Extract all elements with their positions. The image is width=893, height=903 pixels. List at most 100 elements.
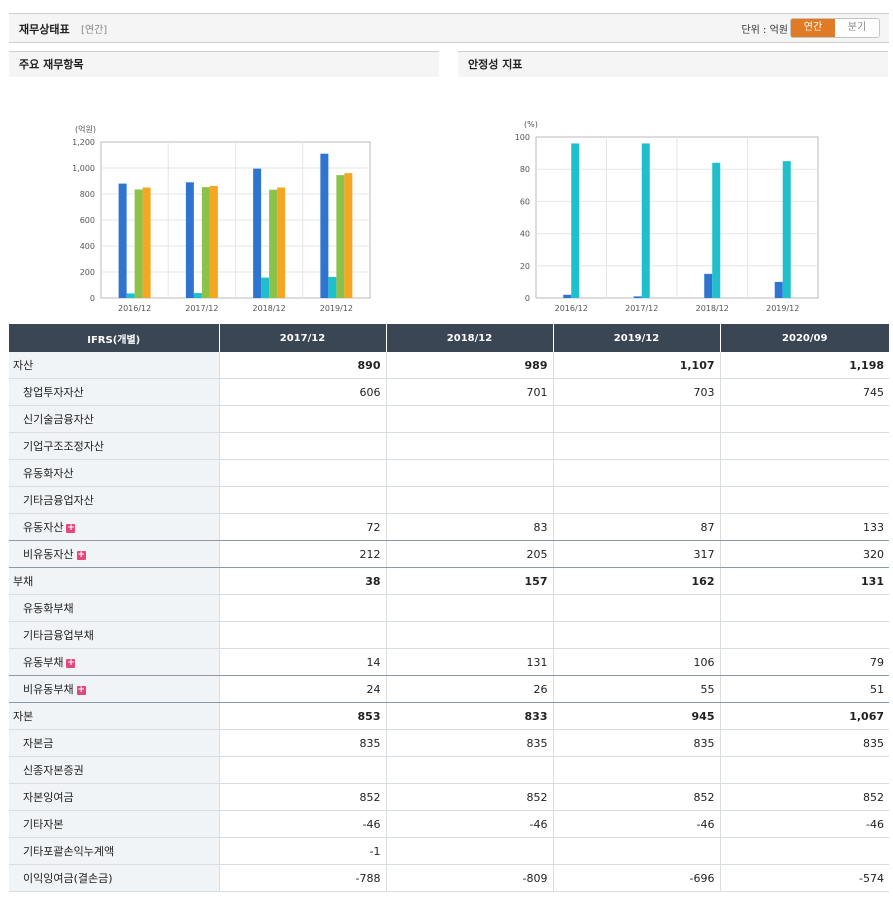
row-label-text: 자본금: [23, 737, 54, 750]
value-cell: [385, 756, 553, 784]
value-cell: 1,198: [719, 352, 889, 379]
value-cell: 852: [719, 783, 889, 811]
bar-차입금비율-2016/12: [563, 294, 572, 298]
row-label-text: 유동부채: [23, 656, 64, 669]
key-items-title: 주요 재무항목: [9, 51, 439, 77]
value-cell: 1,067: [719, 702, 889, 730]
row-label-text: 신종자본증권: [23, 764, 84, 777]
bar-부채총계-2017/12: [193, 293, 202, 298]
value-cell: 835: [719, 729, 889, 757]
expand-plus-icon[interactable]: +: [66, 658, 76, 668]
row-label: 기업구조조정자산: [9, 432, 219, 460]
row-label: 자산: [9, 352, 219, 379]
value-cell: 835: [385, 729, 553, 757]
bar-자본총계-2019/12: [336, 175, 345, 298]
bar-부채총계-2018/12: [261, 277, 270, 298]
row-label-text: 자산: [13, 359, 34, 372]
x-tick-label: 2018/12: [696, 304, 729, 313]
value-cell: [218, 756, 386, 784]
value-cell: -809: [385, 864, 553, 892]
row-label-text: 기타금융업자산: [23, 494, 94, 507]
value-cell: [218, 594, 386, 622]
value-cell: 38: [218, 567, 386, 595]
value-cell: [385, 837, 553, 865]
row-label: 기타자본: [9, 810, 219, 838]
value-cell: -46: [552, 810, 720, 838]
value-cell: [385, 405, 553, 433]
value-cell: 133: [719, 513, 889, 541]
value-cell: 83: [385, 513, 553, 541]
value-cell: [552, 432, 720, 460]
value-cell: [385, 621, 553, 649]
row-label-text: 기타금융업부채: [23, 629, 94, 642]
row-label-text: 기업구조조정자산: [23, 440, 104, 453]
value-cell: -46: [719, 810, 889, 838]
x-tick-label: 2016/12: [118, 304, 151, 313]
row-label: 기타금융업자산: [9, 486, 219, 514]
value-cell: [218, 459, 386, 487]
value-cell: 835: [552, 729, 720, 757]
value-cell: [719, 405, 889, 433]
bar-순자산-2018/12: [277, 187, 286, 298]
y-tick-label: 0: [525, 294, 530, 303]
header-ifrs: IFRS(개별): [9, 324, 219, 352]
value-cell: 131: [719, 567, 889, 595]
y-tick-label: 0: [90, 294, 95, 303]
y-axis-label: (%): [524, 120, 538, 129]
row-label-text: 비유동부채: [23, 683, 74, 696]
header-period: 2019/12: [552, 324, 720, 352]
value-cell: 852: [385, 783, 553, 811]
value-cell: [719, 459, 889, 487]
value-cell: 833: [385, 702, 553, 730]
header-period: 2018/12: [385, 324, 553, 352]
value-cell: 55: [552, 675, 720, 703]
y-tick-label: 800: [80, 190, 95, 199]
row-label: 자본금: [9, 729, 219, 757]
value-cell: 1,107: [552, 352, 720, 379]
value-cell: [552, 594, 720, 622]
bar-자본총계-2016/12: [134, 189, 143, 298]
quarterly-toggle-button[interactable]: 분기: [835, 19, 879, 37]
row-label: 유동화자산: [9, 459, 219, 487]
bar-자본총계-2017/12: [201, 187, 210, 298]
value-cell: 320: [719, 540, 889, 568]
expand-plus-icon[interactable]: +: [66, 523, 76, 533]
table-row: 이익잉여금(결손금) -788 -809 -696 -574: [9, 864, 889, 892]
bar-자기자본비율-2017/12: [641, 143, 650, 298]
bar-부채총계-2016/12: [126, 293, 135, 298]
value-cell: 852: [552, 783, 720, 811]
table-row: 창업투자자산 606 701 703 745: [9, 378, 889, 406]
value-cell: [719, 837, 889, 865]
expand-plus-icon[interactable]: +: [76, 550, 86, 560]
value-cell: -1: [218, 837, 386, 865]
value-cell: [218, 432, 386, 460]
table-row: 자산 890 989 1,107 1,198: [9, 352, 889, 379]
value-cell: 853: [218, 702, 386, 730]
row-label: 기타포괄손익누계액: [9, 837, 219, 865]
expand-plus-icon[interactable]: +: [76, 685, 86, 695]
value-cell: [719, 432, 889, 460]
value-cell: 701: [385, 378, 553, 406]
value-cell: 835: [218, 729, 386, 757]
annual-toggle-button[interactable]: 연간: [791, 19, 835, 37]
stability-chart: (%) 0 20 40 60 80 100 2016/12 2017/12 2018/12 2019…: [515, 120, 819, 313]
value-cell: 157: [385, 567, 553, 595]
value-cell: [552, 459, 720, 487]
value-cell: 745: [719, 378, 889, 406]
x-tick-label: 2019/12: [320, 304, 353, 313]
bar-순자산-2017/12: [209, 185, 218, 298]
value-cell: 317: [552, 540, 720, 568]
value-cell: [719, 594, 889, 622]
value-cell: 24: [218, 675, 386, 703]
value-cell: 131: [385, 648, 553, 676]
row-label-text: 이익잉여금(결손금): [23, 872, 113, 885]
value-cell: 205: [385, 540, 553, 568]
y-tick-label: 20: [520, 262, 530, 271]
bar-자기자본비율-2019/12: [782, 161, 791, 298]
row-label: 기타금융업부채: [9, 621, 219, 649]
value-cell: 606: [218, 378, 386, 406]
financial-statement-header: 재무상태표 [연간] 단위 : 억원 연간 분기: [9, 13, 889, 43]
row-label: 이익잉여금(결손금): [9, 864, 219, 892]
row-label: 자본: [9, 702, 219, 730]
value-cell: -788: [218, 864, 386, 892]
